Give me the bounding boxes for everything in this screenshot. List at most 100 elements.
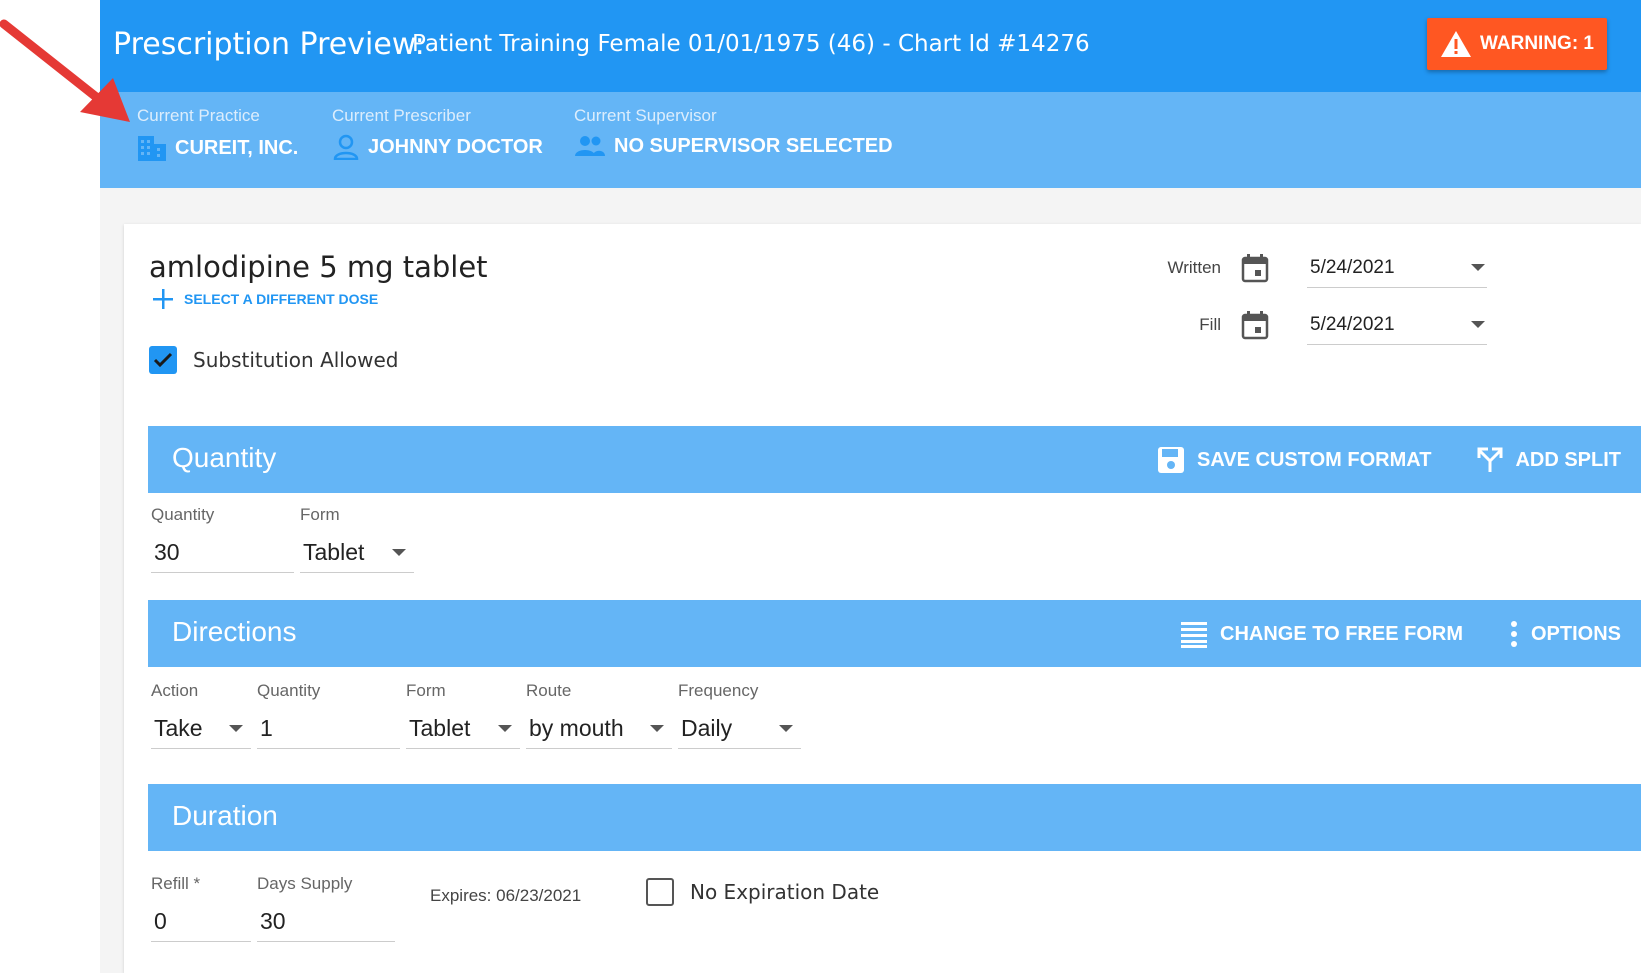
refill-field: Refill * 0: [151, 874, 251, 942]
quantity-input[interactable]: 30: [151, 533, 294, 573]
change-free-form-label: CHANGE TO FREE FORM: [1220, 622, 1463, 645]
expires-text: Expires: 06/23/2021: [430, 886, 582, 905]
context-bar: Current Practice CUREIT, INC. Current Pr…: [100, 92, 1641, 188]
save-custom-format-label: SAVE CUSTOM FORMAT: [1196, 448, 1432, 471]
action-field: Action Take: [151, 681, 251, 749]
current-prescriber[interactable]: Current Prescriber JOHNNY DOCTOR: [332, 106, 543, 160]
current-practice[interactable]: Current Practice CUREIT, INC.: [137, 106, 298, 162]
substitution-checkbox[interactable]: [149, 346, 177, 374]
title-bar: Prescription Preview: Patient Training F…: [100, 0, 1641, 92]
chevron-down-icon: [650, 725, 664, 732]
building-icon: [138, 136, 166, 161]
duration-section-title: Duration: [172, 800, 278, 831]
refill-input[interactable]: 0: [151, 902, 251, 942]
warning-label: WARNING: 1: [1480, 33, 1594, 54]
save-custom-format-button[interactable]: SAVE CUSTOM FORMAT: [1157, 446, 1431, 474]
change-free-form-button[interactable]: CHANGE TO FREE FORM: [1180, 620, 1463, 648]
warning-icon: [1441, 31, 1471, 57]
current-supervisor[interactable]: Current Supervisor NO SUPERVISOR SELECTE…: [574, 106, 893, 158]
annotation-arrow: [0, 19, 130, 122]
split-icon: [1477, 447, 1503, 472]
text-lines-icon: [1181, 622, 1208, 648]
chevron-down-icon: [229, 725, 243, 732]
directions-quantity-value: 1: [260, 715, 273, 741]
directions-form-select[interactable]: Tablet: [406, 709, 520, 749]
fill-date-row: Fill 5/24/2021: [1151, 305, 1487, 345]
calendar-icon[interactable]: [1241, 253, 1269, 283]
no-expiration-date[interactable]: No Expiration Date: [646, 878, 879, 906]
fill-date-input[interactable]: 5/24/2021: [1307, 305, 1487, 345]
save-icon: [1157, 447, 1184, 473]
quantity-section-title: Quantity: [172, 442, 277, 473]
person-icon: [333, 134, 359, 160]
select-dose-link[interactable]: SELECT A DIFFERENT DOSE: [152, 288, 378, 310]
action-select[interactable]: Take: [151, 709, 251, 749]
directions-quantity-field: Quantity 1: [257, 681, 400, 749]
substitution-label: Substitution Allowed: [193, 348, 399, 372]
days-supply-field: Days Supply 30: [257, 874, 395, 942]
days-supply-label: Days Supply: [257, 874, 353, 893]
quantity-label: Quantity: [151, 505, 215, 524]
directions-quantity-label: Quantity: [257, 681, 321, 700]
directions-quantity-input[interactable]: 1: [257, 709, 400, 749]
add-split-label: ADD SPLIT: [1515, 448, 1621, 471]
frequency-label: Frequency: [678, 681, 759, 700]
fill-label: Fill: [1199, 315, 1221, 334]
quantity-field: Quantity 30: [151, 505, 294, 573]
prescription-preview-app: Prescription Preview: Patient Training F…: [100, 0, 1641, 973]
written-date-value: 5/24/2021: [1310, 256, 1395, 278]
select-dose-label: SELECT A DIFFERENT DOSE: [184, 291, 379, 307]
directions-section-header: Directions CHANGE TO FREE FORM OPTIONS: [148, 600, 1641, 667]
route-label: Route: [526, 681, 572, 700]
refill-label: Refill *: [151, 874, 201, 893]
calendar-icon[interactable]: [1241, 310, 1269, 340]
chevron-down-icon: [498, 725, 512, 732]
form-value: Tablet: [303, 539, 365, 565]
directions-form-label: Form: [406, 681, 446, 700]
chevron-down-icon: [1471, 321, 1485, 328]
people-icon: [575, 136, 605, 156]
no-expiration-label: No Expiration Date: [690, 880, 880, 904]
action-label: Action: [151, 681, 199, 700]
substitution-allowed[interactable]: Substitution Allowed: [149, 346, 398, 374]
more-vertical-icon: [1510, 621, 1517, 647]
plus-icon: [153, 289, 173, 309]
route-select[interactable]: by mouth: [526, 709, 672, 749]
directions-form-value: Tablet: [409, 715, 471, 741]
options-label: OPTIONS: [1530, 622, 1621, 645]
written-label: Written: [1167, 258, 1221, 277]
route-value: by mouth: [529, 715, 624, 741]
add-split-button[interactable]: ADD SPLIT: [1477, 446, 1621, 474]
left-margin: [0, 0, 100, 973]
written-date-input[interactable]: 5/24/2021: [1307, 248, 1487, 288]
written-date-row: Written 5/24/2021: [1151, 248, 1487, 288]
prescriber-value: JOHNNY DOCTOR: [368, 135, 543, 158]
practice-value: CUREIT, INC.: [175, 136, 299, 159]
drug-name: amlodipine 5 mg tablet: [149, 250, 488, 284]
directions-section-title: Directions: [172, 616, 297, 647]
practice-label: Current Practice: [137, 106, 260, 125]
quantity-value: 30: [154, 539, 180, 565]
options-button[interactable]: OPTIONS: [1509, 620, 1621, 648]
duration-section-header: Duration: [148, 784, 1641, 851]
route-field: Route by mouth: [526, 681, 672, 749]
no-expiration-checkbox[interactable]: [646, 878, 674, 906]
directions-form-field: Form Tablet: [406, 681, 520, 749]
patient-info: Patient Training Female 01/01/1975 (46) …: [412, 31, 1090, 57]
chevron-down-icon: [779, 725, 793, 732]
warning-button[interactable]: WARNING: 1: [1427, 18, 1607, 70]
page-title: Prescription Preview:: [113, 27, 425, 62]
refill-value: 0: [154, 908, 167, 934]
form-select[interactable]: Tablet: [300, 533, 414, 573]
days-supply-input[interactable]: 30: [257, 902, 395, 942]
checkmark-icon: [153, 352, 173, 368]
quantity-section-header: Quantity SAVE CUSTOM FORMAT ADD SPLIT: [148, 426, 1641, 493]
chevron-down-icon: [1471, 264, 1485, 271]
supervisor-value: NO SUPERVISOR SELECTED: [614, 134, 893, 157]
frequency-value: Daily: [681, 715, 733, 741]
frequency-select[interactable]: Daily: [678, 709, 801, 749]
prescriber-label: Current Prescriber: [332, 106, 471, 125]
frequency-field: Frequency Daily: [678, 681, 801, 749]
prescription-card: amlodipine 5 mg tablet SELECT A DIFFEREN…: [124, 224, 1641, 973]
chevron-down-icon: [392, 549, 406, 556]
